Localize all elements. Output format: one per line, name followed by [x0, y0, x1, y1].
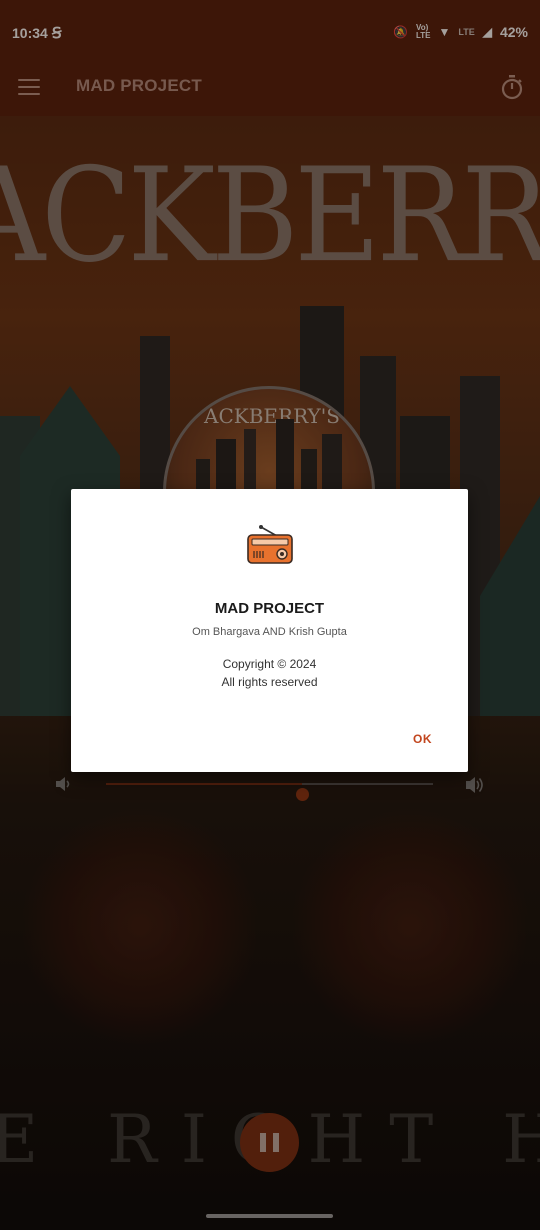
dialog-rights: All rights reserved [221, 675, 318, 689]
ok-button[interactable]: OK [413, 732, 432, 746]
dialog-authors: Om Bhargava AND Krish Gupta [192, 626, 347, 638]
screen: ACKBERRY'S SM E RIGHT HER 10:34 Ꞩ 🔕 Vo)L… [0, 0, 540, 1230]
about-dialog: MAD PROJECT Om Bhargava AND Krish Gupta … [71, 489, 468, 772]
dialog-copyright-block: Copyright © 2024 All rights reserved [71, 655, 468, 691]
dialog-copyright: Copyright © 2024 [222, 657, 317, 671]
dialog-title: MAD PROJECT [214, 600, 325, 617]
radio-icon [247, 525, 293, 564]
